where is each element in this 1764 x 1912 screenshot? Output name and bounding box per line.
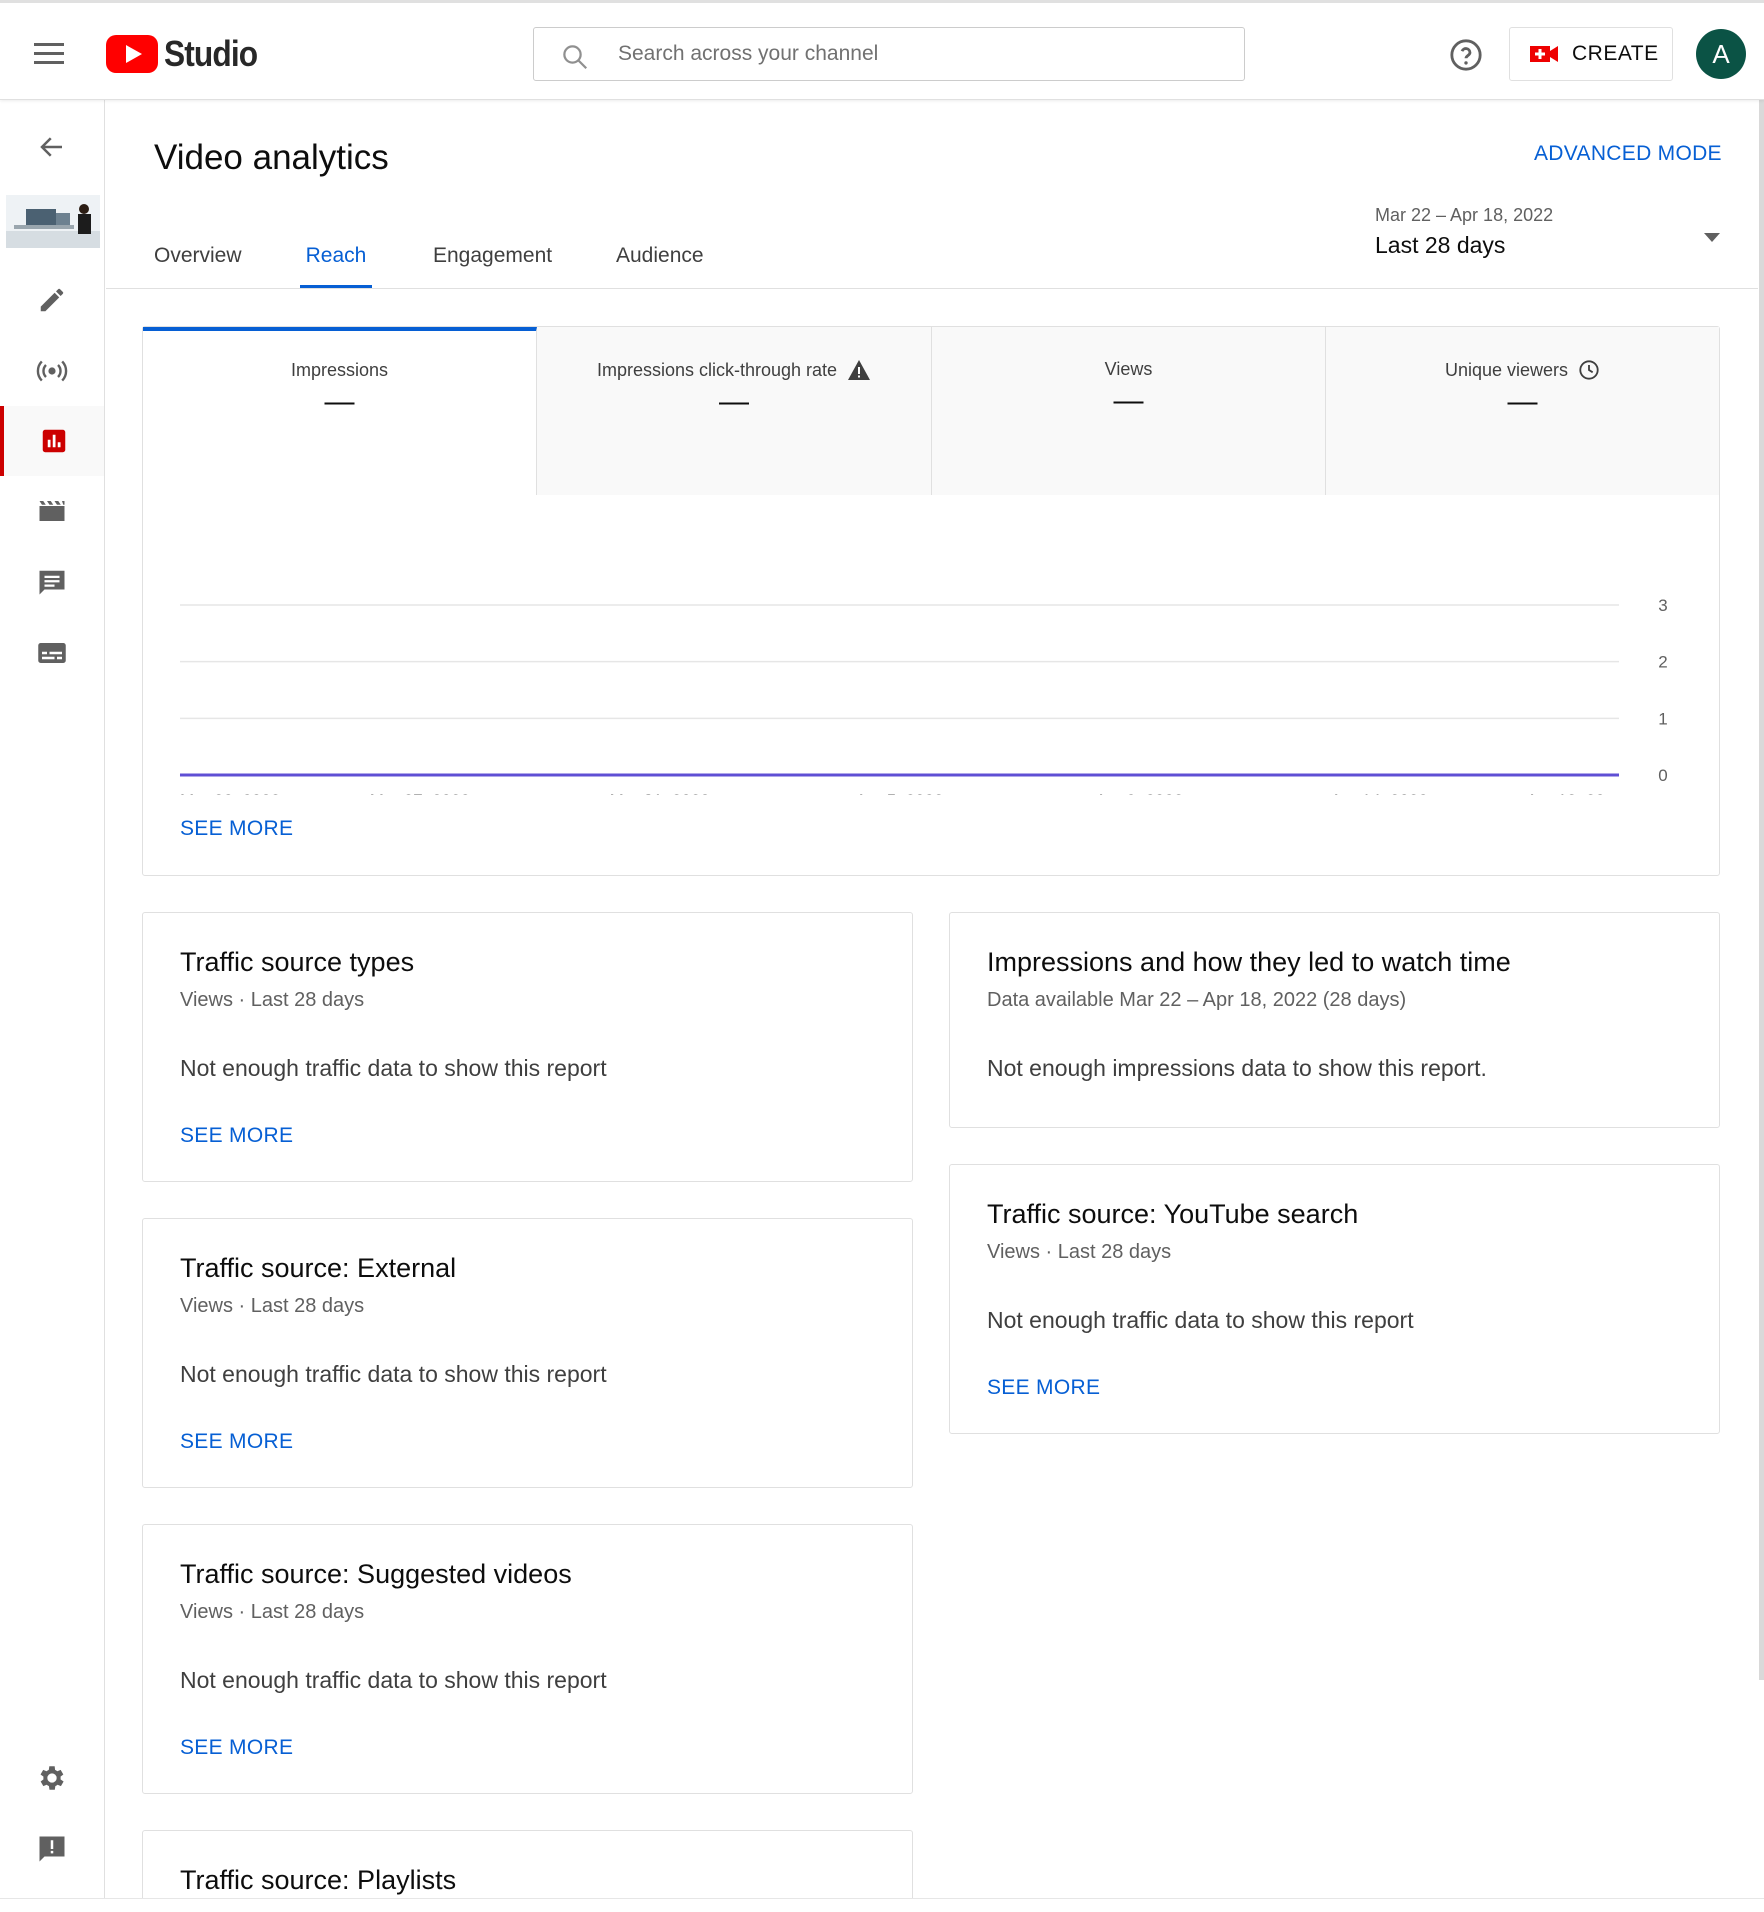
metric-label-wrap: Impressions click-through rate <box>537 359 931 381</box>
card-title: Traffic source types <box>180 947 415 977</box>
tab-overview[interactable]: Overview <box>154 235 244 289</box>
settings-gear-icon[interactable] <box>0 1743 104 1813</box>
editor-clapperboard-icon[interactable] <box>0 476 104 546</box>
metric-label-wrap: Impressions <box>143 360 536 381</box>
feedback-icon[interactable] <box>0 1814 104 1884</box>
advanced-mode-link[interactable]: ADVANCED MODE <box>1534 142 1722 166</box>
avatar[interactable]: A <box>1696 29 1746 79</box>
analytics-icon[interactable] <box>0 406 104 476</box>
card-traffic-source-suggested: Traffic source: Suggested videos Views ·… <box>142 1524 913 1794</box>
card-subtitle: Views · Last 28 days <box>180 1295 365 1317</box>
card-title: Traffic source: Playlists <box>180 1865 457 1895</box>
metric-label-wrap: Views <box>932 359 1325 380</box>
card-title: Traffic source: YouTube search <box>987 1199 1359 1229</box>
tab-audience[interactable]: Audience <box>616 235 716 289</box>
search-icon <box>563 45 588 70</box>
tab-reach[interactable]: Reach <box>300 235 372 289</box>
card-title: Impressions and how they led to watch ti… <box>987 947 1511 977</box>
video-thumbnail[interactable] <box>6 195 100 248</box>
bottom-edge <box>0 1898 1764 1912</box>
chart-y-tick-label: 0 <box>1658 766 1667 785</box>
help-icon[interactable] <box>1449 38 1483 72</box>
dropdown-caret-icon <box>1704 233 1720 242</box>
card-traffic-source-youtube-search: Traffic source: YouTube search Views · L… <box>949 1164 1720 1434</box>
see-more-link[interactable]: SEE MORE <box>180 1124 293 1148</box>
card-subtitle: Data available Mar 22 – Apr 18, 2022 (28… <box>987 989 1407 1011</box>
chart-y-tick-label: 3 <box>1658 596 1667 615</box>
search-box[interactable] <box>533 27 1245 81</box>
chart-x-tick-label: Mar 22, 2022 <box>180 791 280 795</box>
card-traffic-source-external: Traffic source: External Views · Last 28… <box>142 1218 913 1488</box>
metric-value: — <box>1507 385 1538 418</box>
youtube-logo-icon <box>106 35 158 73</box>
card-message: Not enough traffic data to show this rep… <box>180 1667 607 1693</box>
create-label: CREATE <box>1572 42 1659 65</box>
card-subtitle: Views · Last 28 days <box>180 989 365 1011</box>
metric-tab-views[interactable]: Views — <box>932 327 1326 495</box>
video-camera-add-icon <box>1530 46 1558 62</box>
edit-pencil-icon[interactable] <box>0 265 104 335</box>
tab-engagement[interactable]: Engagement <box>433 235 553 289</box>
metric-label-wrap: Unique viewers <box>1326 359 1719 381</box>
top-app-bar: Studio CREATE A <box>0 0 1764 100</box>
metric-label: Views <box>1104 359 1153 379</box>
metrics-card: Impressions — Impressions click-through … <box>142 326 1720 876</box>
metric-tab-impressions[interactable]: Impressions — <box>143 327 537 495</box>
back-arrow-icon[interactable] <box>0 112 104 182</box>
card-subtitle: Views · Last 28 days <box>987 1241 1172 1263</box>
card-message: Not enough traffic data to show this rep… <box>180 1055 607 1081</box>
live-broadcast-icon[interactable] <box>0 336 104 406</box>
chart-y-tick-label: 1 <box>1658 709 1667 728</box>
see-more-link[interactable]: SEE MORE <box>180 817 293 841</box>
metric-label: Impressions click-through rate <box>596 359 838 380</box>
card-traffic-source-types: Traffic source types Views · Last 28 day… <box>142 912 913 1182</box>
studio-logo[interactable]: Studio <box>106 33 270 75</box>
chart-x-tick-label: Apr 18, 20... <box>1526 791 1619 795</box>
impressions-line-chart: 0 1 2 3 Mar 22, 2022 Mar 27, 2022 Mar 31, 2022… <box>179 596 1668 795</box>
card-message: Not enough traffic data to show this rep… <box>987 1307 1414 1333</box>
see-more-link[interactable]: SEE MORE <box>987 1376 1100 1400</box>
card-subtitle: Views · Last 28 days <box>180 1601 365 1623</box>
header-divider <box>106 288 1758 289</box>
chart-x-tick-label: Apr 5, 2022 <box>856 791 944 795</box>
metric-label: Impressions <box>290 360 389 380</box>
chart-x-tick-label: Apr 9, 2022 <box>1095 791 1183 795</box>
metric-tab-ctr[interactable]: Impressions click-through rate — <box>537 327 932 495</box>
see-more-link[interactable]: SEE MORE <box>180 1430 293 1454</box>
logo-text: Studio <box>164 33 258 74</box>
page-scrollbar[interactable] <box>1759 100 1764 1680</box>
card-title: Traffic source: External <box>180 1253 457 1283</box>
search-input[interactable] <box>618 28 1218 80</box>
create-button[interactable]: CREATE <box>1509 27 1673 81</box>
clock-icon[interactable] <box>1578 359 1600 381</box>
subtitles-icon[interactable] <box>0 618 104 688</box>
comments-icon[interactable] <box>0 547 104 617</box>
date-period-text: Last 28 days <box>1375 232 1506 258</box>
chart-x-tick-label: Mar 31, 2022 <box>610 791 710 795</box>
see-more-link[interactable]: SEE MORE <box>180 1736 293 1760</box>
page-title: Video analytics <box>154 138 389 177</box>
metric-value: — <box>324 385 355 418</box>
chart-x-tick-label: Apr 14, 2022 <box>1330 791 1427 795</box>
chart-y-tick-label: 2 <box>1658 653 1667 672</box>
metric-value: — <box>1113 384 1144 417</box>
date-range-picker[interactable]: Mar 22 – Apr 18, 2022 Last 28 days <box>1375 205 1730 259</box>
card-title: Traffic source: Suggested videos <box>180 1559 572 1589</box>
left-nav <box>0 100 105 1912</box>
metric-label: Unique viewers <box>1444 359 1569 380</box>
menu-icon[interactable] <box>34 43 64 65</box>
date-range-text: Mar 22 – Apr 18, 2022 <box>1375 205 1554 225</box>
card-impressions-watch-time: Impressions and how they led to watch ti… <box>949 912 1720 1128</box>
chart-x-tick-label: Mar 27, 2022 <box>370 791 470 795</box>
metric-tab-unique-viewers[interactable]: Unique viewers — <box>1326 327 1719 495</box>
card-message: Not enough impressions data to show this… <box>987 1055 1487 1081</box>
warning-icon[interactable] <box>847 359 871 381</box>
card-message: Not enough traffic data to show this rep… <box>180 1361 607 1387</box>
metric-value: — <box>719 385 749 418</box>
